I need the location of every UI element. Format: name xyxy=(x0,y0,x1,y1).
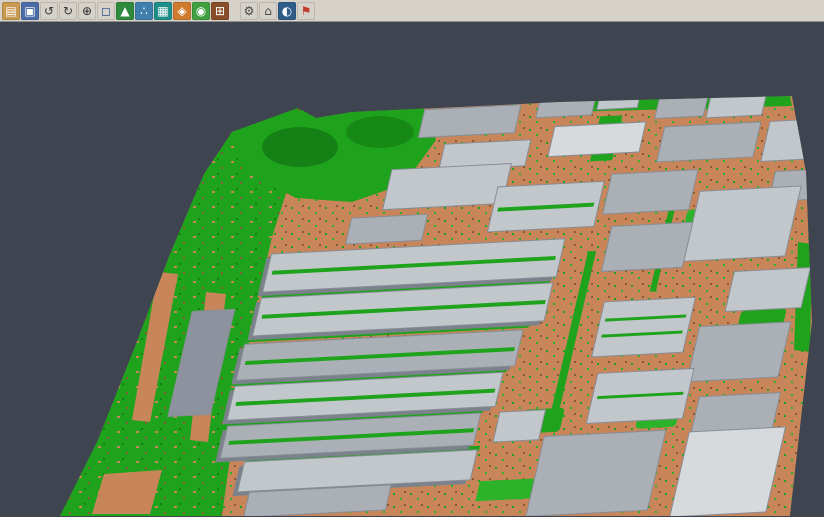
main-toolbar: ▤ ▣ ↺ ↻ ⊕ ◻ ▲ ∴ ▦ ◈ ◉ ⊞ ⚙ ⌂ ◐ ⚑ xyxy=(0,0,824,22)
classify-icon[interactable]: ⊞ xyxy=(211,2,229,20)
globe-icon[interactable]: ◐ xyxy=(278,2,296,20)
texture-icon[interactable]: ◉ xyxy=(192,2,210,20)
app-window: ▤ ▣ ↺ ↻ ⊕ ◻ ▲ ∴ ▦ ◈ ◉ ⊞ ⚙ ⌂ ◐ ⚑ xyxy=(0,0,824,517)
reset-view-icon[interactable]: ⌂ xyxy=(259,2,277,20)
render-viewport[interactable] xyxy=(0,22,824,516)
rectangle-selection-icon[interactable]: ◻ xyxy=(97,2,115,20)
redo-icon[interactable]: ↻ xyxy=(59,2,77,20)
settings-icon[interactable]: ⚙ xyxy=(240,2,258,20)
mesh-icon[interactable]: ◈ xyxy=(173,2,191,20)
point-cloud-render[interactable] xyxy=(0,22,824,516)
terrain-model-icon[interactable]: ▲ xyxy=(116,2,134,20)
save-project-icon[interactable]: ▣ xyxy=(21,2,39,20)
undo-icon[interactable]: ↺ xyxy=(40,2,58,20)
dense-cloud-icon[interactable]: ▦ xyxy=(154,2,172,20)
open-project-icon[interactable]: ▤ xyxy=(2,2,20,20)
point-cloud-icon[interactable]: ∴ xyxy=(135,2,153,20)
pan-icon[interactable]: ⊕ xyxy=(78,2,96,20)
markers-icon[interactable]: ⚑ xyxy=(297,2,315,20)
